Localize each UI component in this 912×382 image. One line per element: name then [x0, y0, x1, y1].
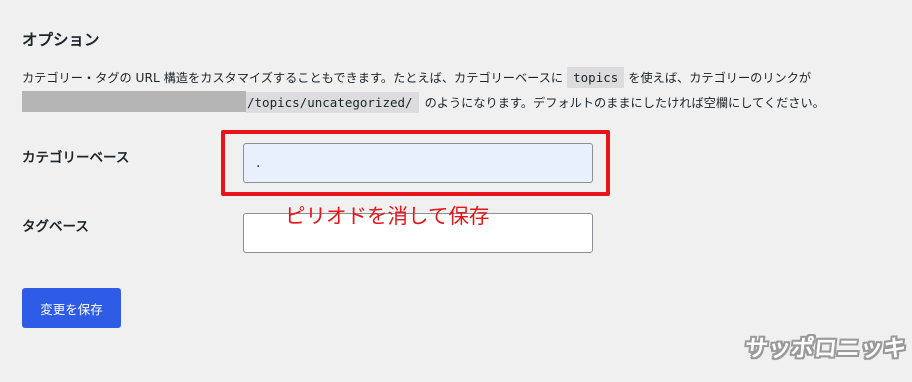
description-text-2: を使えば、カテゴリーのリンクが [628, 71, 812, 85]
tag-base-label: タグベース [22, 219, 89, 235]
description-line-2: /topics/uncategorized/のようになります。デフォルトのままに… [22, 91, 902, 116]
example-base-code: topics [567, 67, 625, 88]
watermark-logo: サッポロニッキ [743, 336, 908, 362]
permalink-description: カテゴリー・タグの URL 構造をカスタマイズすることもできます。たとえば、カテ… [22, 66, 902, 116]
description-text-3: のようになります。デフォルトのままにしたければ空欄にしてください。 [424, 96, 825, 110]
redacted-domain-block [22, 91, 246, 112]
category-base-label: カテゴリーベース [22, 150, 130, 166]
example-url-code: /topics/uncategorized/ [246, 92, 419, 113]
tag-base-input[interactable] [243, 213, 593, 253]
section-title: オプション [22, 31, 100, 49]
category-base-input[interactable] [243, 143, 593, 183]
save-changes-button[interactable]: 変更を保存 [22, 288, 121, 328]
description-text-1: カテゴリー・タグの URL 構造をカスタマイズすることもできます。たとえば、カテ… [22, 71, 564, 85]
description-line-1: カテゴリー・タグの URL 構造をカスタマイズすることもできます。たとえば、カテ… [22, 66, 902, 91]
